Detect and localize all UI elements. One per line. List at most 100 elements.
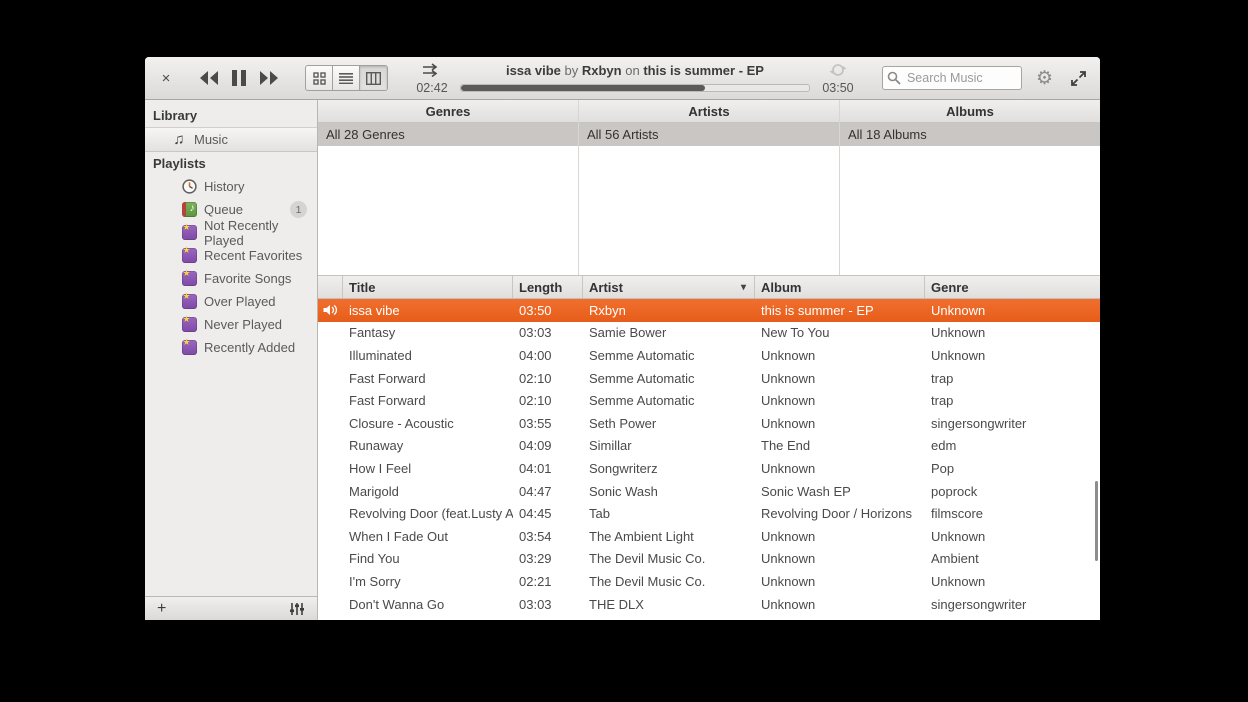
pause-button[interactable] — [227, 65, 251, 91]
add-playlist-button[interactable]: + — [157, 601, 166, 617]
sidebar-item-label: Not Recently Played — [204, 218, 317, 248]
table-row[interactable]: How I Feel 04:01 Songwriterz Unknown Pop — [318, 457, 1100, 480]
cell-genre: Unknown — [925, 348, 1100, 363]
browser-item[interactable] — [840, 236, 1100, 259]
browser-item[interactable] — [840, 168, 1100, 191]
sidebar-item-smart-playlist[interactable]: Favorite Songs — [145, 267, 317, 290]
table-row[interactable]: Marigold 04:47 Sonic Wash Sonic Wash EP … — [318, 480, 1100, 503]
browser-item[interactable] — [318, 146, 578, 169]
cell-genre: trap — [925, 371, 1100, 386]
header-title[interactable]: Title — [343, 276, 513, 298]
cell-genre: trap — [925, 393, 1100, 408]
browser-item[interactable] — [318, 236, 578, 259]
sidebar-item-history[interactable]: History — [145, 175, 317, 198]
browser-item[interactable] — [840, 258, 1100, 276]
header-album[interactable]: Album — [755, 276, 925, 298]
desktop-background: × — [0, 0, 1248, 702]
cell-album: Unknown — [755, 619, 925, 620]
browser-all-row[interactable]: All 28 Genres — [318, 123, 578, 146]
cell-genre: Unknown — [925, 325, 1100, 340]
cell-genre: Unknown — [925, 303, 1100, 318]
cell-length: 03:50 — [513, 303, 583, 318]
cell-length: 03:55 — [513, 416, 583, 431]
sidebar-item-smart-playlist[interactable]: Over Played — [145, 290, 317, 313]
table-row[interactable]: Find You 03:29 The Devil Music Co. Unkno… — [318, 548, 1100, 571]
sidebar-item-smart-playlist[interactable]: Never Played — [145, 313, 317, 336]
close-button[interactable]: × — [155, 66, 177, 91]
table-scrollbar[interactable] — [1095, 481, 1098, 561]
grid-view-button[interactable] — [306, 66, 333, 90]
sidebar-item-smart-playlist[interactable]: Not Recently Played — [145, 221, 317, 244]
table-row[interactable]: Don't Wanna Go 03:03 THE DLX Unknown sin… — [318, 615, 1100, 620]
cell-artist: Songwriterz — [583, 461, 755, 476]
column-view-icon — [366, 72, 381, 85]
browser-item[interactable] — [318, 168, 578, 191]
browser-item[interactable] — [318, 258, 578, 276]
browser-item[interactable] — [840, 146, 1100, 169]
table-row[interactable]: Fast Forward 02:10 Semme Automatic Unkno… — [318, 389, 1100, 412]
browser-item[interactable] — [579, 213, 839, 236]
cell-genre: Pop — [925, 461, 1100, 476]
browser-item[interactable] — [318, 191, 578, 214]
cell-length: 03:03 — [513, 619, 583, 620]
table-row[interactable]: Closure - Acoustic 03:55 Seth Power Unkn… — [318, 412, 1100, 435]
column-view-button[interactable] — [360, 66, 387, 90]
table-row[interactable]: Runaway 04:09 Simillar The End edm — [318, 435, 1100, 458]
cell-title: issa vibe — [343, 303, 513, 318]
cell-length: 03:29 — [513, 551, 583, 566]
list-view-button[interactable] — [333, 66, 360, 90]
repeat-icon[interactable] — [829, 62, 847, 78]
cell-genre: singersongwriter — [925, 619, 1100, 620]
seek-bar[interactable] — [460, 84, 810, 92]
table-row[interactable]: I'm Sorry 02:21 The Devil Music Co. Unkn… — [318, 570, 1100, 593]
cell-artist: Samie Bower — [583, 325, 755, 340]
browser-all-row[interactable]: All 18 Albums — [840, 123, 1100, 146]
browser-item[interactable] — [579, 168, 839, 191]
cell-genre: Unknown — [925, 529, 1100, 544]
settings-gear-icon[interactable]: ⚙ — [1032, 65, 1057, 92]
cell-title: Revolving Door (feat.Lusty Apricot — [343, 506, 513, 521]
table-row[interactable]: Illuminated 04:00 Semme Automatic Unknow… — [318, 344, 1100, 367]
cell-title: Marigold — [343, 484, 513, 499]
table-row[interactable]: Fantasy 03:03 Samie Bower New To You Unk… — [318, 322, 1100, 345]
browser-item[interactable] — [840, 191, 1100, 214]
header-length[interactable]: Length — [513, 276, 583, 298]
table-row[interactable]: Don't Wanna Go 03:03 THE DLX Unknown sin… — [318, 593, 1100, 616]
sidebar-item-music[interactable]: ♫ Music — [145, 127, 317, 152]
fullscreen-button[interactable] — [1067, 67, 1090, 90]
track-artist: Rxbyn — [582, 63, 622, 78]
sidebar-item-smart-playlist[interactable]: Recently Added — [145, 336, 317, 359]
table-row[interactable]: Revolving Door (feat.Lusty Apricot 04:45… — [318, 502, 1100, 525]
header-artist[interactable]: Artist▾ — [583, 276, 755, 298]
queue-icon — [181, 202, 197, 218]
browser-item[interactable] — [318, 213, 578, 236]
table-row[interactable]: When I Fade Out 03:54 The Ambient Light … — [318, 525, 1100, 548]
grid-view-icon — [313, 72, 326, 85]
cell-genre: edm — [925, 438, 1100, 453]
browser-item[interactable] — [579, 146, 839, 169]
header-genre[interactable]: Genre — [925, 276, 1100, 298]
shuffle-icon[interactable] — [422, 63, 442, 77]
cell-album: Unknown — [755, 574, 925, 589]
browser-item[interactable] — [579, 191, 839, 214]
previous-button[interactable] — [195, 66, 223, 90]
cell-album: Unknown — [755, 416, 925, 431]
music-app-window: × — [145, 57, 1100, 620]
browser-item[interactable] — [840, 213, 1100, 236]
smart-playlist-icon — [181, 225, 197, 241]
pause-icon — [231, 69, 247, 87]
browser-all-row[interactable]: All 56 Artists — [579, 123, 839, 146]
sidebar-item-label: Never Played — [204, 317, 282, 332]
sidebar-item-label: Over Played — [204, 294, 276, 309]
table-row[interactable]: Fast Forward 02:10 Semme Automatic Unkno… — [318, 367, 1100, 390]
table-row[interactable]: issa vibe 03:50 Rxbyn this is summer - E… — [318, 299, 1100, 322]
browser-item[interactable] — [579, 258, 839, 276]
browser-items — [318, 146, 578, 277]
toolbar: × — [145, 57, 1100, 100]
sidebar-item-smart-playlist[interactable]: Recent Favorites — [145, 244, 317, 267]
browser-item[interactable] — [579, 236, 839, 259]
equalizer-button[interactable] — [289, 602, 305, 616]
search-input[interactable] — [882, 66, 1022, 90]
next-button[interactable] — [255, 66, 283, 90]
cell-album: Sonic Wash EP — [755, 484, 925, 499]
